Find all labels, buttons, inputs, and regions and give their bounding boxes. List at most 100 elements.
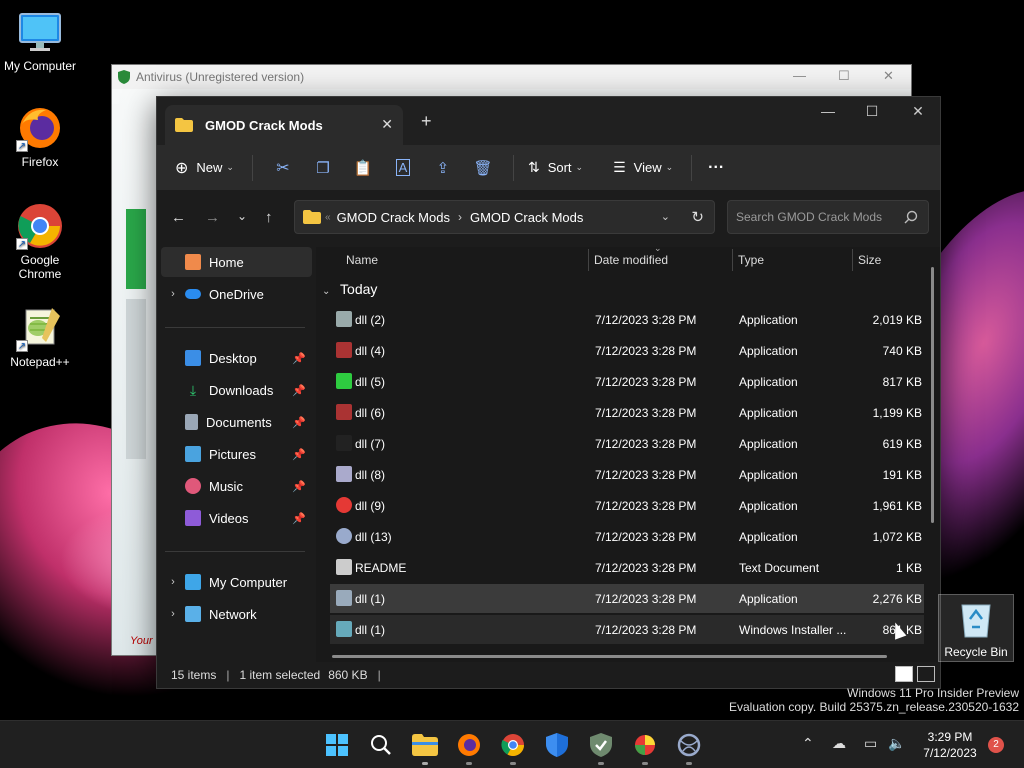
display-icon[interactable]: ▭ bbox=[864, 735, 877, 752]
taskbar-firefox[interactable] bbox=[455, 731, 483, 765]
chevron-right-icon[interactable]: › bbox=[161, 608, 185, 620]
thumbnails-view-button[interactable] bbox=[917, 666, 935, 682]
file-row[interactable]: dll (13) 7/12/2023 3:28 PM Application 1,07… bbox=[330, 522, 924, 551]
taskbar-chrome[interactable] bbox=[499, 731, 527, 765]
horizontal-scrollbar[interactable] bbox=[332, 655, 887, 658]
view-button[interactable]: ☰ View ⌄ bbox=[613, 159, 673, 176]
file-explorer-window[interactable]: GMOD Crack Mods ✕ + — ☐ ✕ ⊕ New ⌄ ✂ ❐ 📋 … bbox=[156, 96, 941, 689]
sort-button[interactable]: ⇅ Sort ⌄ bbox=[528, 159, 583, 176]
maximize-button[interactable]: ☐ bbox=[849, 103, 895, 120]
nav-item-documents[interactable]: Documents 📌 bbox=[161, 407, 312, 437]
close-button[interactable]: ✕ bbox=[883, 68, 894, 84]
see-more-button[interactable]: ··· bbox=[708, 159, 724, 177]
refresh-icon[interactable]: ↻ bbox=[691, 208, 704, 226]
search-box[interactable] bbox=[727, 200, 929, 234]
overflow-chevron-icon[interactable]: « bbox=[325, 212, 331, 223]
delete-button[interactable]: 🗑 bbox=[463, 153, 503, 183]
nav-item-label: Documents bbox=[206, 414, 272, 430]
file-name: dll (5) bbox=[355, 375, 386, 389]
details-view-button[interactable] bbox=[895, 666, 913, 682]
nav-item-onedrive[interactable]: › OneDrive bbox=[161, 279, 312, 309]
close-tab-button[interactable]: ✕ bbox=[381, 116, 393, 133]
network-offline-icon[interactable]: ☁ bbox=[832, 735, 846, 752]
system-clock[interactable]: 3:29 PM 7/12/2023 bbox=[912, 729, 988, 761]
desktop-icon-notepadpp[interactable]: ↗ Notepad++ bbox=[0, 304, 80, 369]
column-divider[interactable] bbox=[852, 249, 853, 271]
file-row[interactable]: dll (9) 7/12/2023 3:28 PM Application 1,961… bbox=[330, 491, 924, 520]
paste-button[interactable]: 📋 bbox=[343, 153, 383, 183]
file-row[interactable]: dll (8) 7/12/2023 3:28 PM Application 191 K… bbox=[330, 460, 924, 489]
desktop-icon-my-computer[interactable]: My Computer bbox=[0, 8, 80, 73]
nav-item-network[interactable]: › Network bbox=[161, 599, 312, 629]
taskbar-ball-app[interactable] bbox=[631, 731, 659, 765]
file-row[interactable]: dll (1) 7/12/2023 3:28 PM Windows Installe… bbox=[330, 615, 924, 644]
taskbar-globe-app[interactable] bbox=[675, 731, 703, 765]
copy-button[interactable]: ❐ bbox=[303, 153, 343, 183]
chevron-right-icon[interactable]: › bbox=[458, 210, 462, 224]
breadcrumb-item[interactable]: GMOD Crack Mods bbox=[470, 210, 583, 225]
nav-item-desktop[interactable]: Desktop 📌 bbox=[161, 343, 312, 373]
file-row[interactable]: dll (4) 7/12/2023 3:28 PM Application 740 K… bbox=[330, 336, 924, 365]
minimize-button[interactable]: — bbox=[793, 68, 806, 83]
nav-item-home[interactable]: Home bbox=[161, 247, 312, 277]
search-input[interactable] bbox=[728, 201, 898, 233]
pin-icon[interactable]: 📌 bbox=[292, 384, 306, 397]
nav-item-pictures[interactable]: Pictures 📌 bbox=[161, 439, 312, 469]
nav-item-music[interactable]: Music 📌 bbox=[161, 471, 312, 501]
chevron-right-icon[interactable]: › bbox=[161, 576, 185, 588]
pin-icon[interactable]: 📌 bbox=[292, 512, 306, 525]
file-row[interactable]: dll (7) 7/12/2023 3:28 PM Application 619 K… bbox=[330, 429, 924, 458]
column-divider[interactable] bbox=[732, 249, 733, 271]
nav-item-my-computer[interactable]: › My Computer bbox=[161, 567, 312, 597]
file-row[interactable]: README 7/12/2023 3:28 PM Text Document 1 KB bbox=[330, 553, 924, 582]
nav-item-downloads[interactable]: ⤓ Downloads 📌 bbox=[161, 375, 312, 405]
column-divider[interactable] bbox=[588, 249, 589, 271]
file-row[interactable]: dll (5) 7/12/2023 3:28 PM Application 817 K… bbox=[330, 367, 924, 396]
column-header-type[interactable]: Type bbox=[738, 253, 764, 267]
minimize-button[interactable]: — bbox=[805, 103, 851, 119]
chevron-down-icon[interactable]: ⌄ bbox=[661, 210, 670, 223]
pin-icon[interactable]: 📌 bbox=[292, 480, 306, 493]
nav-item-label: Music bbox=[209, 478, 243, 494]
cut-button[interactable]: ✂ bbox=[263, 153, 303, 183]
pin-icon[interactable]: 📌 bbox=[292, 352, 306, 365]
antivirus-titlebar[interactable]: Antivirus (Unregistered version) — ☐ ✕ bbox=[112, 65, 911, 89]
new-tab-button[interactable]: + bbox=[421, 111, 432, 132]
column-header-size[interactable]: Size bbox=[858, 253, 881, 267]
taskbar-defender[interactable] bbox=[543, 731, 571, 759]
chevron-right-icon[interactable]: › bbox=[161, 288, 185, 300]
taskbar-search-button[interactable] bbox=[367, 731, 395, 759]
recent-locations-button[interactable]: ⌄ bbox=[237, 209, 247, 223]
tab-gmod-crack-mods[interactable]: GMOD Crack Mods ✕ bbox=[165, 105, 403, 145]
pin-icon[interactable]: 📌 bbox=[292, 416, 306, 429]
breadcrumb-item[interactable]: GMOD Crack Mods bbox=[337, 210, 450, 225]
column-header-date[interactable]: Date modified bbox=[594, 253, 668, 267]
volume-icon[interactable]: 🔈 bbox=[888, 735, 905, 752]
pin-icon[interactable]: 📌 bbox=[292, 448, 306, 461]
desktop-icon-chrome[interactable]: ↗ Google Chrome bbox=[0, 202, 80, 281]
new-button[interactable]: ⊕ New ⌄ bbox=[175, 158, 234, 178]
file-row[interactable]: dll (2) 7/12/2023 3:28 PM Application 2,019… bbox=[330, 305, 924, 334]
rename-button[interactable]: A bbox=[383, 153, 423, 183]
nav-item-videos[interactable]: Videos 📌 bbox=[161, 503, 312, 533]
group-header-today[interactable]: ⌄ Today bbox=[322, 281, 377, 297]
maximize-button[interactable]: ☐ bbox=[838, 68, 850, 84]
notification-badge[interactable]: 2 bbox=[988, 737, 1004, 753]
forward-button[interactable]: → bbox=[205, 209, 220, 226]
back-button[interactable]: ← bbox=[171, 209, 186, 226]
desktop-icon-firefox[interactable]: ↗ Firefox bbox=[0, 104, 80, 169]
up-button[interactable]: ↑ bbox=[265, 209, 273, 226]
close-button[interactable]: ✕ bbox=[895, 103, 941, 120]
show-hidden-icons-button[interactable]: ⌃ bbox=[802, 735, 814, 752]
address-bar[interactable]: « GMOD Crack Mods › GMOD Crack Mods ⌄ ↻ bbox=[294, 200, 715, 234]
taskbar-antivirus[interactable] bbox=[587, 731, 615, 765]
share-button[interactable]: ⇪ bbox=[423, 153, 463, 183]
desktop-icon-recycle-bin[interactable]: Recycle Bin bbox=[938, 594, 1014, 662]
file-row[interactable]: dll (6) 7/12/2023 3:28 PM Application 1,199… bbox=[330, 398, 924, 427]
taskbar-file-explorer[interactable] bbox=[411, 731, 439, 765]
file-row[interactable]: dll (1) 7/12/2023 3:28 PM Application 2,276… bbox=[330, 584, 924, 613]
start-button[interactable] bbox=[323, 731, 351, 759]
column-header-name[interactable]: Name bbox=[346, 253, 378, 267]
nav-item-label: Home bbox=[209, 254, 244, 270]
vertical-scrollbar[interactable] bbox=[931, 267, 934, 523]
